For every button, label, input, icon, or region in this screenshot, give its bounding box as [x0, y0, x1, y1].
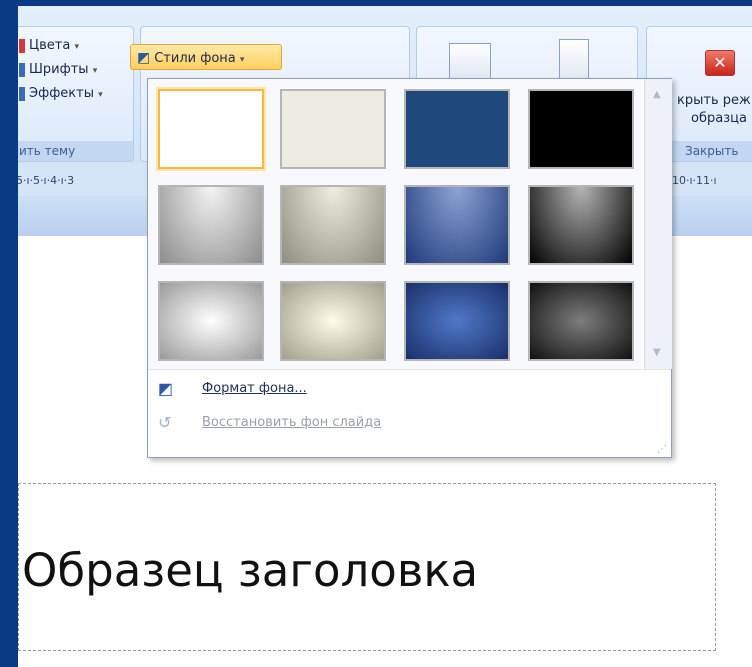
background-style-thumb[interactable] [280, 185, 386, 265]
background-style-thumb[interactable] [404, 89, 510, 169]
effects-icon [19, 86, 25, 101]
close-icon: ✕ [713, 53, 727, 72]
background-style-thumb[interactable] [158, 185, 264, 265]
background-style-thumb[interactable] [158, 281, 264, 361]
paint-bucket-icon: ◩ [137, 50, 151, 66]
edit-theme-group: Цвета ▾ Шрифты ▾ Эффекты ▾ ить тему [16, 26, 134, 162]
scroll-down-icon[interactable]: ▼ [653, 347, 661, 358]
format-background-menu-item[interactable]: ◩ Формат фона... [148, 375, 671, 403]
reset-background-label: Восстановить фон слайда [202, 415, 382, 430]
reset-background-icon: ↺ [158, 413, 172, 432]
background-style-thumb[interactable] [404, 281, 510, 361]
background-style-thumb[interactable] [528, 89, 634, 169]
chevron-down-icon: ▾ [239, 55, 245, 65]
menu-separator [148, 369, 671, 370]
gallery-scrollbar[interactable]: ▲ ▼ [644, 79, 672, 369]
resize-grip-icon[interactable]: ⋰ [657, 444, 667, 455]
chevron-down-icon: ▾ [92, 66, 98, 76]
slide-orientation-icon[interactable] [559, 39, 589, 81]
background-style-thumb[interactable] [528, 281, 634, 361]
edit-theme-group-label: ить тему [17, 141, 133, 161]
reset-background-menu-item[interactable]: ↺ Восстановить фон слайда [148, 409, 671, 437]
window-left-border [0, 0, 18, 667]
ruler-left-ticks: 5·ı·5·ı·4·ı·3 [16, 174, 75, 187]
colors-button[interactable]: Цвета ▾ [19, 35, 79, 57]
page-setup-icon[interactable] [449, 43, 491, 79]
close-master-view-button[interactable]: ✕ [705, 50, 735, 76]
colors-label: Цвета [29, 38, 71, 53]
effects-label: Эффекты [29, 86, 94, 101]
fonts-label: Шрифты [29, 62, 89, 77]
background-styles-label: Стили фона [154, 51, 236, 66]
background-style-thumb[interactable] [280, 281, 386, 361]
chevron-down-icon: ▾ [98, 90, 103, 100]
format-background-label: Формат фона... [202, 381, 307, 396]
background-style-thumb[interactable] [528, 185, 634, 265]
chevron-down-icon: ▾ [74, 42, 79, 52]
fonts-button[interactable]: Шрифты ▾ [19, 59, 97, 81]
effects-button[interactable]: Эффекты ▾ [19, 83, 103, 105]
background-styles-dropdown: ▲ ▼ ◩ Формат фона... ↺ Восстановить фон … [147, 78, 672, 458]
fonts-icon [19, 62, 25, 77]
ruler-right-ticks: 10·ı·11·ı [672, 174, 717, 187]
close-master-line1: крыть реж [677, 93, 751, 108]
scroll-up-icon[interactable]: ▲ [653, 89, 661, 100]
background-styles-button[interactable]: ◩ Стили фона ▾ [130, 44, 282, 70]
background-style-thumb[interactable] [280, 89, 386, 169]
close-master-line2: образца [691, 111, 747, 126]
background-style-thumb[interactable] [404, 185, 510, 265]
background-style-thumb[interactable] [158, 89, 264, 169]
format-background-icon: ◩ [158, 379, 174, 398]
powerpoint-window: Цвета ▾ Шрифты ▾ Эффекты ▾ ить тему крыт… [0, 0, 752, 667]
background-styles-gallery [148, 79, 641, 369]
colors-icon [19, 38, 25, 53]
title-placeholder-text[interactable]: Образец заголовка [22, 544, 478, 597]
